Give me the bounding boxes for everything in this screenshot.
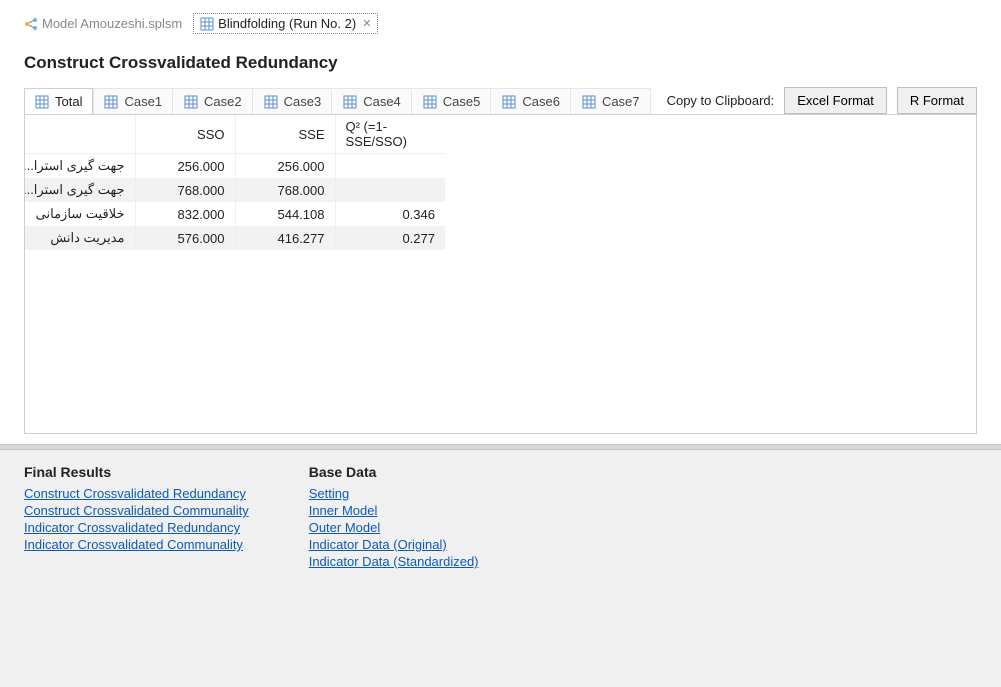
cell-name: مدیریت دانش: [25, 226, 135, 250]
case-tab-label: Case6: [522, 94, 560, 109]
r-format-button[interactable]: R Format: [897, 87, 977, 114]
base-data-col: Base Data Setting Inner Model Outer Mode…: [309, 464, 479, 673]
grid-icon: [104, 95, 118, 109]
cell-sso: 832.000: [135, 202, 235, 226]
data-table-frame: SSO SSE Q² (=1-SSE/SSO) جهت گیری استرا..…: [24, 114, 977, 434]
case-tab-label: Case3: [284, 94, 322, 109]
case-tab-total[interactable]: Total: [24, 88, 93, 114]
link-construct-redundancy[interactable]: Construct Crossvalidated Redundancy: [24, 486, 249, 501]
editor-tab-model[interactable]: Model Amouzeshi.splsm: [18, 14, 188, 33]
cell-q2: 0.346: [335, 202, 445, 226]
grid-icon: [264, 95, 278, 109]
case-tab-6[interactable]: Case6: [491, 88, 571, 114]
case-tab-label: Total: [55, 94, 82, 109]
link-indicator-communality[interactable]: Indicator Crossvalidated Communality: [24, 537, 249, 552]
cell-q2: 0.277: [335, 226, 445, 250]
grid-icon: [35, 95, 49, 109]
col-header-name[interactable]: [25, 115, 135, 154]
table-row[interactable]: جهت گیری استرا... 256.000 256.000: [25, 154, 445, 179]
case-tab-5[interactable]: Case5: [412, 88, 492, 114]
final-results-title: Final Results: [24, 464, 249, 480]
link-indicator-data-original[interactable]: Indicator Data (Original): [309, 537, 479, 552]
cell-q2: [335, 178, 445, 202]
table-row[interactable]: جهت گیری استرا... 768.000 768.000: [25, 178, 445, 202]
grid-icon: [343, 95, 357, 109]
cell-sso: 768.000: [135, 178, 235, 202]
case-tab-7[interactable]: Case7: [571, 88, 651, 114]
link-setting[interactable]: Setting: [309, 486, 479, 501]
link-construct-communality[interactable]: Construct Crossvalidated Communality: [24, 503, 249, 518]
grid-icon: [502, 95, 516, 109]
link-indicator-redundancy[interactable]: Indicator Crossvalidated Redundancy: [24, 520, 249, 535]
case-tab-label: Case5: [443, 94, 481, 109]
case-tab-1[interactable]: Case1: [93, 88, 173, 114]
case-tab-2[interactable]: Case2: [173, 88, 253, 114]
clipboard-label: Copy to Clipboard:: [667, 93, 775, 108]
final-results-links: Construct Crossvalidated Redundancy Cons…: [24, 486, 249, 552]
final-results-col: Final Results Construct Crossvalidated R…: [24, 464, 249, 673]
case-tab-label: Case4: [363, 94, 401, 109]
case-tab-3[interactable]: Case3: [253, 88, 333, 114]
bottom-panel: Final Results Construct Crossvalidated R…: [0, 450, 1001, 687]
data-table: SSO SSE Q² (=1-SSE/SSO) جهت گیری استرا..…: [25, 115, 445, 250]
page-title: Construct Crossvalidated Redundancy: [0, 33, 1001, 87]
case-tabs: Total Case1 Case2 Case3 Case4 Case5: [24, 87, 651, 114]
cell-sse: 544.108: [235, 202, 335, 226]
table-row[interactable]: خلاقیت سازمانی 832.000 544.108 0.346: [25, 202, 445, 226]
cell-sso: 576.000: [135, 226, 235, 250]
link-indicator-data-standardized[interactable]: Indicator Data (Standardized): [309, 554, 479, 569]
table-row[interactable]: مدیریت دانش 576.000 416.277 0.277: [25, 226, 445, 250]
base-data-links: Setting Inner Model Outer Model Indicato…: [309, 486, 479, 569]
link-outer-model[interactable]: Outer Model: [309, 520, 479, 535]
col-header-sse[interactable]: SSE: [235, 115, 335, 154]
close-icon[interactable]: ✕: [362, 17, 371, 30]
link-inner-model[interactable]: Inner Model: [309, 503, 479, 518]
cell-name: خلاقیت سازمانی: [25, 202, 135, 226]
case-tab-4[interactable]: Case4: [332, 88, 412, 114]
cell-name: جهت گیری استرا...: [25, 178, 135, 202]
base-data-title: Base Data: [309, 464, 479, 480]
cell-sso: 256.000: [135, 154, 235, 179]
grid-icon: [200, 17, 214, 31]
clipboard-area: Copy to Clipboard: Excel Format R Format: [667, 87, 977, 114]
cell-sse: 768.000: [235, 178, 335, 202]
grid-icon: [582, 95, 596, 109]
editor-tab-blindfolding[interactable]: Blindfolding (Run No. 2) ✕: [194, 14, 377, 33]
case-tab-label: Case7: [602, 94, 640, 109]
cell-sse: 416.277: [235, 226, 335, 250]
cell-q2: [335, 154, 445, 179]
editor-tabs: Model Amouzeshi.splsm Blindfolding (Run …: [0, 0, 1001, 33]
table-header-row: SSO SSE Q² (=1-SSE/SSO): [25, 115, 445, 154]
app-window: Model Amouzeshi.splsm Blindfolding (Run …: [0, 0, 1001, 687]
excel-format-button[interactable]: Excel Format: [784, 87, 887, 114]
editor-tab-label: Model Amouzeshi.splsm: [42, 16, 182, 31]
cell-sse: 256.000: [235, 154, 335, 179]
toolbar: Total Case1 Case2 Case3 Case4 Case5: [0, 87, 1001, 114]
col-header-q2[interactable]: Q² (=1-SSE/SSO): [335, 115, 445, 154]
grid-icon: [423, 95, 437, 109]
grid-icon: [184, 95, 198, 109]
col-header-sso[interactable]: SSO: [135, 115, 235, 154]
model-icon: [24, 17, 38, 31]
case-tab-label: Case2: [204, 94, 242, 109]
cell-name: جهت گیری استرا...: [25, 154, 135, 179]
case-tab-label: Case1: [124, 94, 162, 109]
editor-tab-label: Blindfolding (Run No. 2): [218, 16, 356, 31]
